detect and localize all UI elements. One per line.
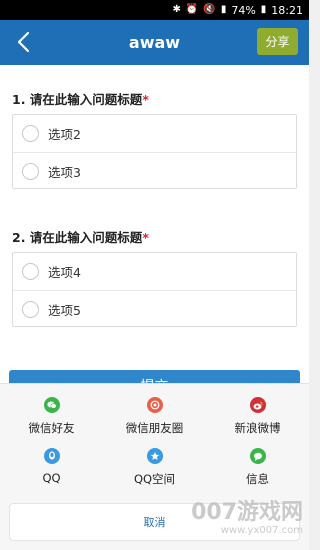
signal-icon: ▮ bbox=[220, 4, 227, 15]
option-item[interactable]: 选项4 bbox=[13, 253, 296, 290]
share-qq[interactable]: QQ bbox=[0, 448, 103, 485]
share-label: QQ bbox=[42, 471, 61, 485]
moments-icon bbox=[146, 397, 163, 413]
share-label: QQ空间 bbox=[133, 472, 176, 486]
back-arrow-icon bbox=[17, 31, 30, 53]
battery-icon: ▮ bbox=[260, 4, 267, 15]
option-label: 选项3 bbox=[48, 164, 81, 180]
radio-button[interactable] bbox=[22, 300, 39, 318]
share-weibo[interactable]: 新浪微博 bbox=[206, 397, 309, 436]
question-2-title-text: 2. 请在此输入问题标题 bbox=[12, 230, 143, 245]
share-button[interactable]: 分享 bbox=[257, 28, 298, 55]
share-label: 微信好友 bbox=[28, 421, 75, 435]
option-label: 选项4 bbox=[48, 265, 81, 280]
message-icon bbox=[249, 448, 266, 464]
share-wechat-friends[interactable]: 微信好友 bbox=[0, 397, 103, 436]
status-bar: ✱ ⏰ 🔇 ▮ 74% ▮ 18:21 bbox=[0, 0, 309, 20]
bluetooth-icon: ✱ bbox=[172, 4, 181, 15]
weibo-icon bbox=[249, 397, 266, 413]
option-item[interactable]: 选项5 bbox=[13, 290, 296, 327]
share-label: 信息 bbox=[246, 472, 269, 486]
question-2-options: 选项4 选项5 bbox=[12, 252, 297, 327]
share-label: 新浪微博 bbox=[234, 421, 281, 435]
share-message[interactable]: 信息 bbox=[206, 448, 309, 487]
share-qzone[interactable]: QQ空间 bbox=[103, 448, 206, 487]
radio-button[interactable] bbox=[22, 125, 39, 142]
option-item[interactable]: 选项3 bbox=[13, 152, 296, 189]
option-label: 选项5 bbox=[48, 302, 81, 318]
alarm-icon: ⏰ bbox=[185, 4, 199, 15]
option-label: 选项2 bbox=[48, 127, 81, 142]
radio-button[interactable] bbox=[22, 162, 39, 180]
share-sheet: 微信好友 微信朋友圈 新浪微博 QQ QQ空间 信息 取消 bbox=[0, 383, 309, 550]
question-1-title: 1. 请在此输入问题标题* bbox=[12, 89, 149, 108]
question-1-options: 选项2 选项3 bbox=[12, 114, 297, 189]
battery-percent: 74% bbox=[231, 3, 256, 17]
required-mark: * bbox=[142, 230, 149, 245]
app-bar: awaw 分享 bbox=[0, 20, 309, 65]
qzone-icon bbox=[146, 448, 163, 464]
back-button[interactable] bbox=[10, 29, 36, 55]
share-wechat-moments[interactable]: 微信朋友圈 bbox=[103, 397, 206, 436]
share-label: 微信朋友圈 bbox=[125, 421, 184, 435]
question-2-title: 2. 请在此输入问题标题* bbox=[12, 227, 149, 246]
mute-icon: 🔇 bbox=[203, 4, 216, 15]
qq-icon bbox=[43, 448, 60, 464]
radio-button[interactable] bbox=[22, 263, 39, 280]
status-time: 18:21 bbox=[271, 3, 303, 17]
question-1-title-text: 1. 请在此输入问题标题 bbox=[12, 92, 143, 107]
required-mark: * bbox=[142, 92, 149, 107]
cancel-button[interactable]: 取消 bbox=[9, 503, 300, 541]
option-item[interactable]: 选项2 bbox=[13, 115, 296, 152]
wechat-icon bbox=[43, 397, 60, 413]
